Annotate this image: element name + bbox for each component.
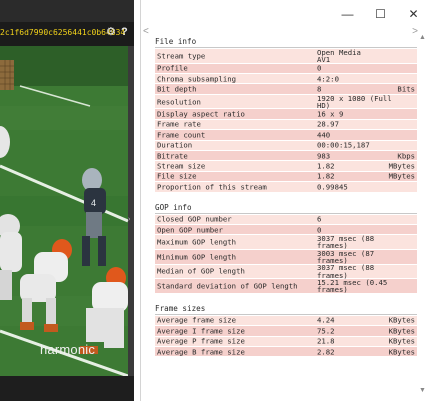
info-row-label: Minimum GOP length — [157, 252, 237, 262]
info-row-label: Median of GOP length — [157, 266, 245, 276]
info-row-label: Closed GOP number — [157, 214, 232, 224]
info-row-value: 440 — [317, 130, 331, 140]
section-title: File info — [155, 37, 197, 46]
info-row-unit: KBytes — [388, 347, 415, 357]
close-button[interactable]: ✕ — [397, 4, 430, 24]
info-row-value: 0 — [317, 63, 322, 73]
info-row-label: Proportion of this stream — [157, 182, 267, 192]
info-row-unit: KBytes — [388, 315, 415, 325]
scroll-down-icon[interactable]: ▼ — [419, 387, 426, 394]
info-row-value: 4:2:0 — [317, 74, 339, 84]
info-row-value: 00:00:15,187 — [317, 140, 370, 150]
maximize-button[interactable]: ☐ — [364, 4, 397, 24]
info-row-value: 3037 msec (88 frames) — [317, 263, 375, 280]
info-row: Bit depth 8 Bits — [155, 84, 417, 94]
info-row-label: Stream type — [157, 51, 206, 61]
info-row: Frame rate 28.97 — [155, 119, 417, 130]
info-row-unit: Kbps — [397, 151, 415, 161]
info-row-unit: MBytes — [388, 161, 415, 171]
help-button[interactable]: ? — [121, 26, 128, 38]
info-row: Open GOP number 0 — [155, 225, 417, 235]
window-controls: — ☐ ✕ — [331, 4, 430, 24]
info-row: Minimum GOP length 3003 msec (87 frames) — [155, 248, 417, 265]
info-row-unit: KBytes — [388, 336, 415, 346]
info-row-label: Average I frame size — [157, 326, 245, 336]
info-row-value: 28.97 — [317, 119, 339, 129]
info-row: Profile 0 — [155, 63, 417, 73]
minimize-button[interactable]: — — [331, 4, 364, 24]
video-bottom-bar — [0, 376, 134, 401]
info-row-value: 6 — [317, 214, 322, 224]
info-row-unit: MBytes — [388, 171, 415, 181]
info-row: Proportion of this stream 0.99845 — [155, 182, 417, 192]
info-row-label: Stream size — [157, 161, 206, 171]
section-divider — [155, 313, 417, 315]
info-row-label: Resolution — [157, 97, 201, 107]
info-row-value: Open Media AV1 — [317, 47, 361, 64]
info-row-label: File size — [157, 171, 197, 181]
info-row-label: Standard deviation of GOP length — [157, 281, 298, 291]
video-pane: 2c1f6d7990c6256441c0b64834 ⚙ ? 4 › harmo… — [0, 0, 134, 401]
info-row-label: Display aspect ratio — [157, 109, 245, 119]
info-row-value: 15.21 msec (0.45 frames) — [317, 277, 388, 294]
info-row: Average frame size 4.24 KBytes — [155, 315, 417, 326]
info-row: Frame count 440 — [155, 130, 417, 140]
svg-text:4: 4 — [91, 198, 96, 208]
info-row-label: Frame count — [157, 130, 206, 140]
info-row: Display aspect ratio 16 x 9 — [155, 109, 417, 119]
info-row-label: Chroma subsampling — [157, 74, 237, 84]
pane-splitter[interactable]: › — [128, 46, 134, 376]
info-row-value: 3037 msec (88 frames) — [317, 233, 375, 251]
info-row-label: Maximum GOP length — [157, 237, 237, 247]
info-row-label: Frame rate — [157, 119, 201, 129]
info-row-label: Average B frame size — [157, 347, 245, 357]
info-row: File size 1.82 MBytes — [155, 171, 417, 182]
section-title: GOP info — [155, 202, 192, 212]
football-scene: 4 — [0, 46, 128, 376]
scroll-up-icon[interactable]: ▲ — [419, 34, 426, 41]
info-row: Bitrate 983 Kbps — [155, 151, 417, 161]
gear-icon[interactable]: ⚙ — [106, 26, 116, 38]
info-row-value: 3003 msec (87 frames) — [317, 248, 375, 265]
info-row-value: 1920 x 1080 (Full HD) — [317, 93, 392, 110]
info-row: Maximum GOP length 3037 msec (88 frames) — [155, 235, 417, 249]
info-row: Duration 00:00:15,187 — [155, 140, 417, 150]
section-title: Frame sizes — [155, 303, 206, 313]
section-divider — [155, 212, 417, 214]
watermark-logo: harmonic — [40, 342, 96, 357]
info-row: Median of GOP length 3037 msec (88 frames… — [155, 263, 417, 280]
info-row-unit: KBytes — [388, 326, 415, 336]
info-row: Resolution 1920 x 1080 (Full HD) — [155, 93, 417, 110]
stream-info-window: — ☐ ✕ < > File info Stream type Open Media… — [140, 0, 430, 401]
info-row: Average P frame size 21.8 KBytes — [155, 336, 417, 346]
info-row: Average B frame size 2.82 KBytes — [155, 347, 417, 357]
info-row-label: Bitrate — [157, 151, 188, 161]
info-row-value: 16 x 9 — [317, 109, 344, 119]
info-row: Stream type Open Media AV1 — [155, 47, 417, 64]
info-row: Closed GOP number 6 — [155, 214, 417, 224]
info-row-value: 0.99845 — [317, 182, 348, 192]
info-row: Standard deviation of GOP length 15.21 ms… — [155, 279, 417, 293]
info-row-label: Average P frame size — [157, 336, 245, 346]
info-row: Stream size 1.82 MBytes — [155, 161, 417, 171]
info-row-label: Profile — [157, 63, 188, 73]
info-row-label: Bit depth — [157, 84, 197, 94]
chevron-left-icon[interactable]: < — [143, 26, 149, 37]
info-row-value: 0 — [317, 225, 322, 235]
vertical-scrollbar[interactable]: ▲ ▼ — [418, 22, 428, 400]
info-row-label: Average frame size — [157, 315, 237, 325]
info-row: Average I frame size 75.2 KBytes — [155, 326, 417, 336]
info-row: Chroma subsampling 4:2:0 — [155, 74, 417, 84]
info-row-label: Open GOP number — [157, 225, 223, 235]
video-frame: 4 — [0, 46, 128, 376]
info-row-label: Duration — [157, 140, 193, 150]
info-row-unit: Bits — [397, 84, 415, 94]
